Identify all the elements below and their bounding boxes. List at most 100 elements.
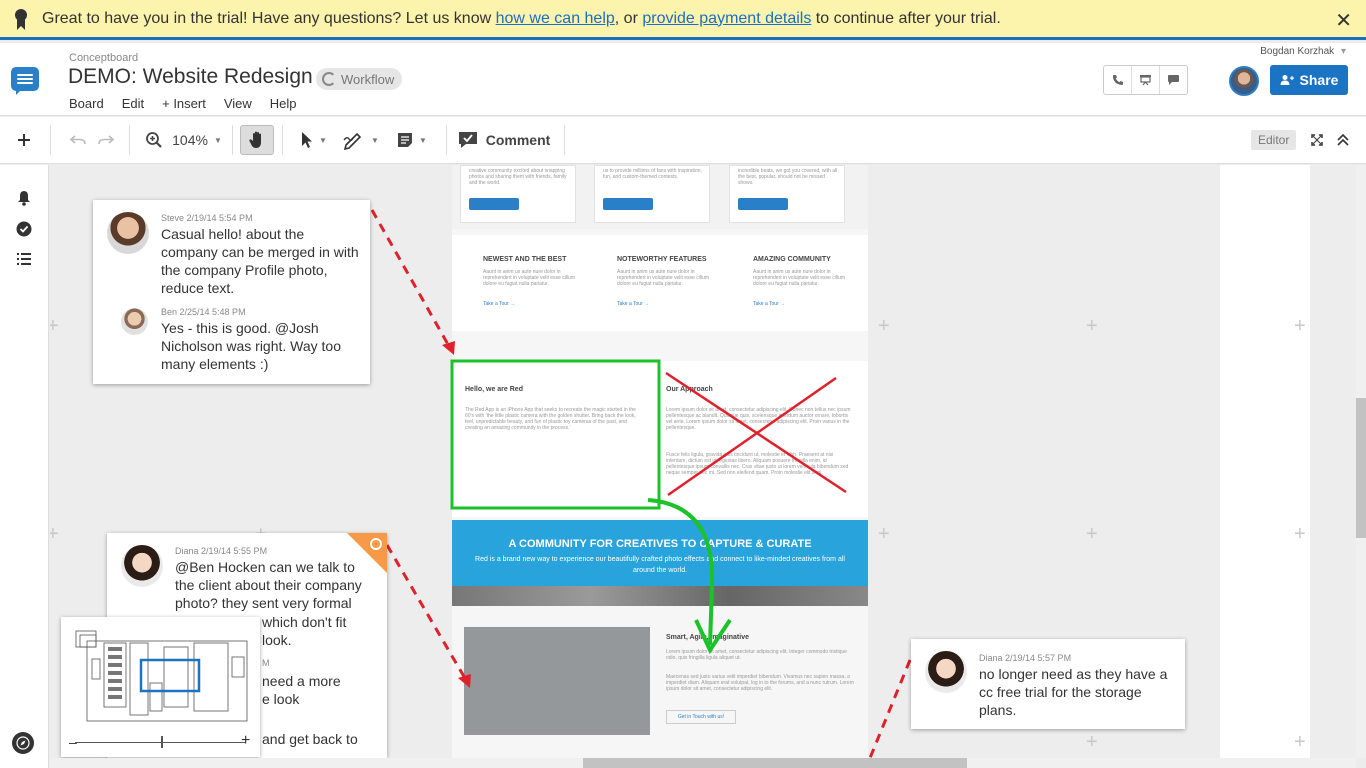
current-user-avatar[interactable] (1229, 66, 1259, 96)
chat-icon[interactable] (1160, 66, 1187, 94)
user-menu-caret: ▾ (1340, 46, 1346, 57)
zoom-level: 104% (172, 132, 208, 148)
comment-button[interactable]: Comment (456, 125, 552, 155)
conceptboard-logo-icon[interactable] (11, 67, 39, 95)
comment-text: look. (262, 632, 292, 648)
editor-role-badge: Editor (1251, 130, 1297, 150)
grid-marker: + (50, 315, 59, 337)
banner-text-start: Great to have you in the trial! Have any… (42, 9, 496, 27)
zoom-caret: ▼ (213, 135, 222, 145)
banner-text: Great to have you in the trial! Have any… (42, 10, 1001, 28)
mock-photo-strip (452, 586, 868, 606)
comment-thread[interactable]: Diana 2/19/14 5:57 PM no longer need as … (911, 639, 1185, 729)
zoom-slider[interactable] (75, 742, 245, 743)
comment-meta: Diana 2/19/14 5:57 PM (979, 653, 1072, 663)
avatar (107, 212, 149, 254)
workflow-label: Workflow (341, 71, 395, 87)
sticky-note-icon (398, 133, 413, 147)
workflow-button[interactable]: Workflow (316, 68, 403, 90)
zoom-level-dropdown[interactable]: 104% ▼ (172, 125, 222, 155)
sticky-note-tool[interactable]: ▼ (392, 125, 432, 155)
ribbon-icon (14, 8, 28, 30)
grid-marker: + (878, 523, 890, 545)
mock-community-subtitle: Red is a brand new way to experience our… (475, 556, 845, 574)
zoom-slider-handle[interactable] (161, 736, 163, 748)
mock-card: us to provide millions of fans with insp… (594, 165, 710, 223)
share-label: Share (1299, 72, 1339, 88)
org-name: Conceptboard (69, 52, 139, 64)
mock-lorem: Maecenas sed justo varius velit imperdie… (666, 674, 854, 692)
minimap-overview (75, 630, 248, 722)
menu-board[interactable]: Board (69, 96, 104, 111)
mock-lorem: Aaunt in anim us aute nure dolor in repr… (753, 269, 845, 287)
comment-meta: Steve 2/19/14 5:54 PM (161, 213, 253, 223)
fullscreen-icon[interactable] (1306, 125, 1328, 155)
mock-lorem: incredible beats, we got you covered, wi… (738, 168, 838, 186)
mock-lorem: The Red App is an iPhone App that seeks … (465, 407, 636, 431)
workflow-icon (322, 72, 336, 86)
grid-marker: + (1294, 523, 1306, 545)
collapse-icon[interactable] (1332, 125, 1354, 155)
board-title[interactable]: DEMO: Website Redesign (68, 65, 313, 89)
comment-text: @Ben Hocken can we talk to the client ab… (175, 559, 362, 611)
mock-lorem: us to provide millions of fans with insp… (603, 168, 702, 180)
grid-marker: + (1294, 315, 1306, 337)
mock-lorem: Aaunt in anim us aute nure dolor in repr… (617, 269, 709, 287)
screen-share-icon[interactable] (1132, 66, 1160, 94)
comment-text: need a more (262, 673, 341, 689)
mock-link: Take a Tour → (753, 301, 786, 307)
mock-community-title: A COMMUNITY FOR CREATIVES TO CAPTURE & C… (508, 538, 812, 550)
help-link[interactable]: how we can help (496, 10, 615, 27)
mock-smart-title: Smart, Agile, Imaginative (666, 634, 749, 641)
vertical-scroll-thumb[interactable] (1356, 398, 1366, 538)
comment-text: and get back to (262, 731, 358, 747)
comment-meta: Ben 2/25/14 5:48 PM (161, 307, 246, 317)
mock-lorem: Fusce felis ligula, gravida quis tincidu… (666, 452, 849, 476)
share-button[interactable]: Share (1270, 65, 1348, 95)
menu-help[interactable]: Help (270, 96, 297, 111)
comment-text: e look (262, 691, 300, 707)
undo-icon[interactable] (66, 125, 90, 155)
horizontal-scroll-thumb[interactable] (583, 758, 967, 768)
pointer-tool[interactable]: ▼ (294, 125, 334, 155)
comment-label: Comment (485, 132, 551, 148)
mock-card: creative community excited about snappin… (460, 165, 576, 223)
comment-meta: M (262, 658, 270, 668)
mock-lorem: Lorem ipsum dolor sit amet, consectetur … (666, 407, 851, 431)
menu-view[interactable]: View (224, 96, 252, 111)
sticky-caret: ▼ (419, 135, 427, 145)
compass-icon[interactable] (12, 732, 34, 754)
comment-text: Casual hello! about the company can be m… (161, 226, 359, 296)
menu-bar: Board Edit + Insert View Help (69, 96, 297, 111)
left-sidebar (0, 165, 49, 768)
hand-tool-button[interactable] (240, 125, 274, 155)
mock-small-button (738, 198, 788, 210)
comment-meta: Diana 2/19/14 5:55 PM (175, 546, 268, 556)
banner-text-middle: , or (614, 9, 643, 27)
grid-marker: + (1086, 315, 1098, 337)
redo-icon[interactable] (94, 125, 118, 155)
user-menu[interactable]: Bogdan Korzhak ▾ (1260, 46, 1346, 57)
avatar (121, 308, 148, 335)
comment-thread[interactable]: Steve 2/19/14 5:54 PM Casual hello! abou… (93, 200, 370, 384)
zoom-in-icon[interactable]: + (241, 732, 250, 750)
list-icon[interactable] (15, 250, 33, 268)
minimap[interactable]: – + (61, 617, 260, 757)
pointer-icon (302, 132, 313, 148)
bell-icon[interactable] (15, 189, 33, 207)
zoom-icon[interactable] (142, 125, 166, 155)
menu-edit[interactable]: Edit (122, 96, 144, 111)
close-icon[interactable]: ✕ (1335, 8, 1352, 33)
mock-cards-row: creative community excited about snappin… (452, 165, 868, 229)
menu-insert[interactable]: + Insert (162, 96, 206, 111)
pen-tool[interactable]: ▼ (340, 125, 382, 155)
phone-icon[interactable] (1104, 66, 1132, 94)
pointer-caret: ▼ (319, 135, 327, 145)
payment-link[interactable]: provide payment details (642, 10, 811, 27)
add-icon[interactable] (12, 125, 36, 155)
grid-marker: + (1294, 731, 1306, 753)
communication-group (1103, 65, 1188, 95)
website-mockup[interactable]: creative community excited about snappin… (452, 165, 868, 758)
check-icon[interactable] (15, 220, 33, 238)
trial-banner: Great to have you in the trial! Have any… (0, 0, 1366, 40)
